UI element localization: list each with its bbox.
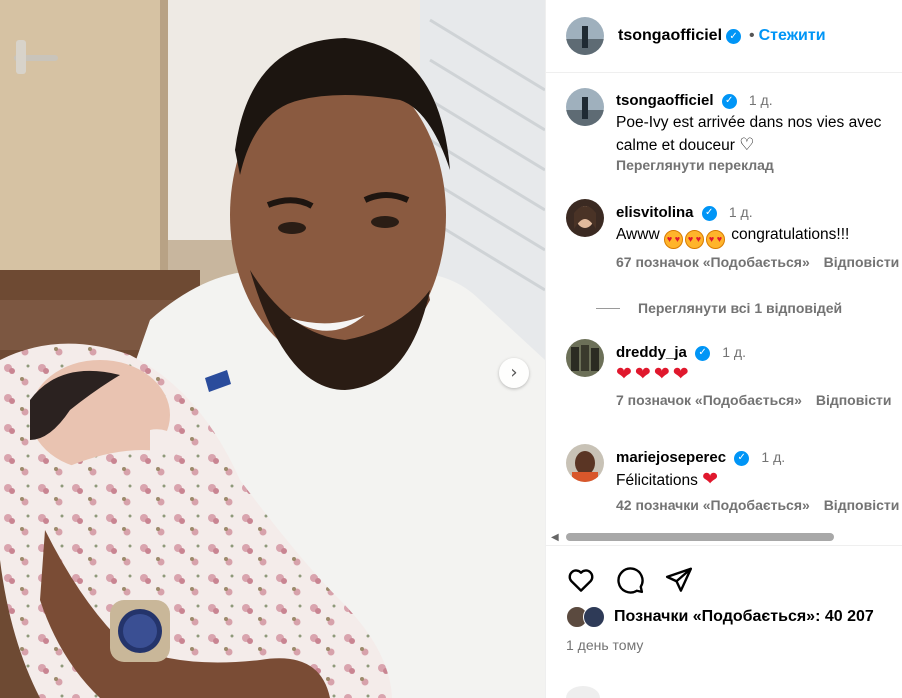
comment-time[interactable]: 1 д.: [722, 344, 746, 360]
reply-button[interactable]: Відповісти: [816, 392, 892, 408]
commenter-avatar-image: [566, 444, 604, 482]
comment-likes[interactable]: 7 позначок «Подобається»: [616, 392, 802, 408]
comment-text: Awww: [616, 226, 660, 243]
reply-button[interactable]: Відповісти: [824, 254, 900, 270]
comment-text: Félicitations: [616, 472, 698, 489]
like-heart-icon[interactable]: [566, 565, 596, 595]
reply-button[interactable]: Відповісти: [824, 497, 900, 513]
commenter-avatar[interactable]: [566, 339, 604, 377]
view-replies-label: Переглянути всі 1 відповідей: [638, 300, 843, 316]
commenter-username[interactable]: dreddy_ja: [616, 344, 687, 361]
liker-avatar: [583, 606, 605, 628]
caption-avatar[interactable]: [566, 88, 604, 126]
replies-divider: [596, 307, 620, 309]
likes-count[interactable]: Позначки «Подобається»: 40 207: [614, 608, 874, 626]
comment-item: dreddy_ja ✓ 1 д. ❤ ❤ ❤ ❤ 7 позначок «Подоба…: [566, 339, 902, 408]
post-actions: [566, 565, 694, 595]
red-heart-icon: ❤: [653, 364, 670, 385]
comment-item: mariejoseperec ✓ 1 д. Félicitations ❤ 42…: [566, 444, 902, 513]
comment-likes[interactable]: 67 позначок «Подобається»: [616, 254, 810, 270]
commenter-avatar[interactable]: [566, 444, 604, 482]
comment-icon[interactable]: [615, 565, 645, 595]
commenter-username[interactable]: elisvitolina: [616, 204, 694, 221]
likes-summary[interactable]: Позначки «Подобається»: 40 207: [566, 606, 874, 628]
post-header: tsongaofficiel ✓ • Стежити: [546, 0, 902, 73]
author-avatar[interactable]: [566, 17, 604, 55]
commenter-username[interactable]: mariejoseperec: [616, 449, 726, 466]
post-timestamp[interactable]: 1 день тому: [566, 637, 643, 653]
scroll-left-icon[interactable]: ◀: [551, 532, 559, 543]
comment-input-avatar: [566, 686, 600, 698]
chevron-right-icon: ›: [510, 362, 518, 383]
caption-username[interactable]: tsongaofficiel: [616, 92, 714, 109]
comment-text-suffix: congratulations!!!: [731, 226, 850, 243]
verified-badge-icon: ✓: [721, 93, 737, 109]
post-side-panel: tsongaofficiel ✓ • Стежити tsongaofficie…: [545, 0, 902, 698]
white-heart-icon: ♡: [739, 135, 755, 154]
view-replies-button[interactable]: Переглянути всі 1 відповідей: [596, 300, 842, 316]
next-photo-button[interactable]: ›: [499, 358, 529, 388]
heart-eyes-emoji-icon: ♥ ♥: [663, 230, 683, 249]
heart-eyes-emoji-icon: ♥ ♥: [684, 230, 704, 249]
red-heart-icon: ❤: [672, 364, 689, 385]
commenter-avatar[interactable]: [566, 199, 604, 237]
caption-time[interactable]: 1 д.: [749, 92, 773, 108]
comment-time[interactable]: 1 д.: [761, 449, 785, 465]
share-icon[interactable]: [664, 565, 694, 595]
separator-dot: •: [749, 27, 755, 44]
red-heart-icon: ❤: [634, 364, 651, 385]
scrollbar-thumb[interactable]: [566, 533, 834, 541]
see-translation-link[interactable]: Переглянути переклад: [616, 157, 881, 173]
verified-badge-icon: ✓: [734, 450, 750, 466]
author-avatar-image: [566, 17, 604, 55]
comment-likes[interactable]: 42 позначки «Подобається»: [616, 497, 810, 513]
caption: tsongaofficiel ✓ 1 д. Poe-Ivy est arrivé…: [566, 88, 902, 173]
caption-text-line2: calme et douceur: [616, 137, 735, 154]
author-username[interactable]: tsongaofficiel: [618, 27, 722, 45]
caption-avatar-image: [566, 88, 604, 126]
verified-badge-icon: ✓: [695, 345, 711, 361]
post-photo[interactable]: ›: [0, 0, 545, 698]
red-heart-icon: ❤: [702, 469, 719, 490]
verified-badge-icon: ✓: [701, 205, 717, 221]
commenter-avatar-image: [566, 199, 604, 237]
commenter-avatar-image: [566, 339, 604, 377]
photo-image: [0, 0, 545, 698]
likers-avatars: [566, 606, 610, 628]
verified-badge-icon: ✓: [726, 28, 742, 44]
heart-eyes-emoji-icon: ♥ ♥: [705, 230, 725, 249]
horizontal-scrollbar[interactable]: ◀: [546, 528, 902, 546]
comment-time[interactable]: 1 д.: [729, 204, 753, 220]
red-heart-icon: ❤: [616, 364, 632, 385]
comment-item: elisvitolina ✓ 1 д. Awww ♥ ♥ ♥ ♥ ♥ ♥ congr…: [566, 199, 902, 270]
follow-button[interactable]: Стежити: [759, 27, 826, 45]
caption-text-line1: Poe-Ivy est arrivée dans nos vies avec: [616, 114, 882, 131]
